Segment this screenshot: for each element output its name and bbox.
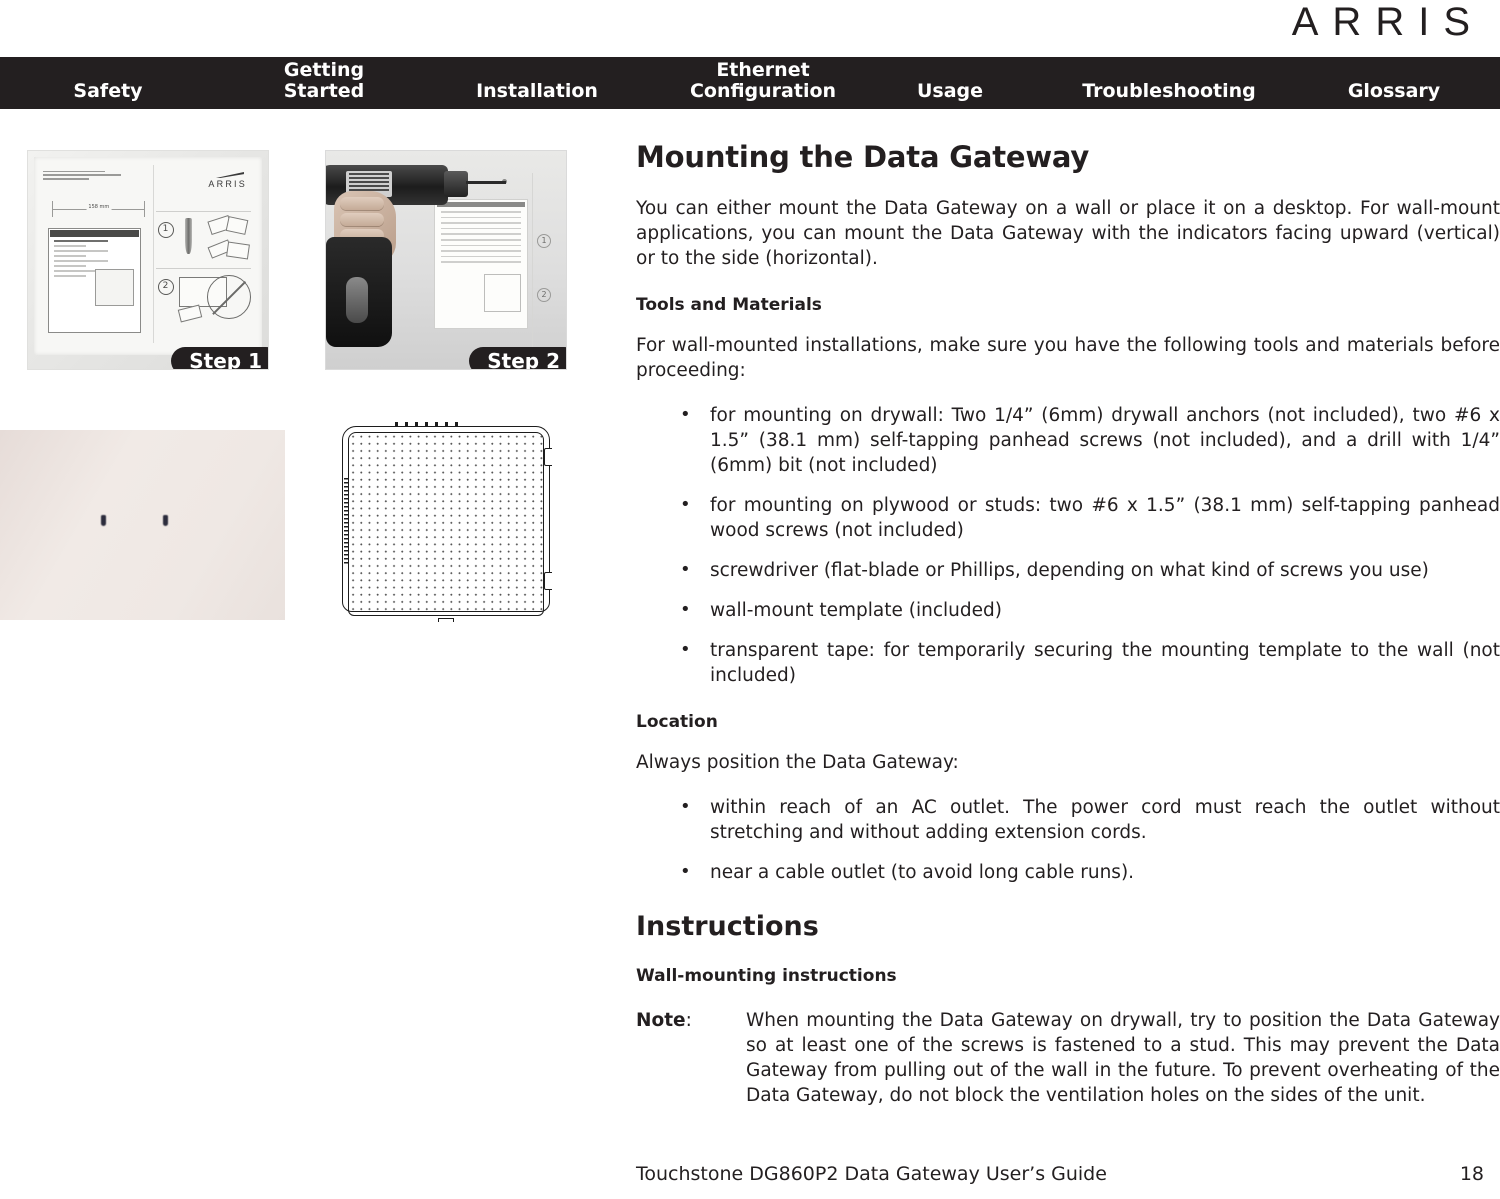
template-step-number-1: 1 <box>157 221 174 238</box>
template-step-column: 1 2 <box>532 173 565 353</box>
tools-bullet-list: for mounting on drywall: Two 1/4” (6mm) … <box>636 402 1500 688</box>
nav-item-ethernet-configuration[interactable]: Ethernet Configuration <box>690 60 836 102</box>
figure-badge-step-2: Step 2 <box>469 347 566 369</box>
footer-page-number: 18 <box>1459 1163 1484 1185</box>
list-item: for mounting on plywood or studs: two #6… <box>636 492 1500 543</box>
template-step-number-2: 2 <box>157 278 174 295</box>
tools-and-materials-heading: Tools and Materials <box>636 295 822 315</box>
gateway-led-indicators <box>395 422 480 427</box>
list-item: for mounting on drywall: Two 1/4” (6mm) … <box>636 402 1500 478</box>
template-on-wall <box>434 199 528 329</box>
template-dimension-marker: 158 mm <box>52 200 146 217</box>
figure-badge-step-1: Step 1 <box>171 347 268 369</box>
list-item: near a cable outlet (to avoid long cable… <box>636 859 1500 885</box>
gateway-mount-slot-top <box>544 448 552 466</box>
chapter-navigation-bar: Safety Getting Started Installation Ethe… <box>0 57 1500 109</box>
wall-screw-right <box>163 515 168 526</box>
drill-chuck <box>444 171 468 197</box>
nav-item-getting-started[interactable]: Getting Started <box>284 60 365 102</box>
intro-paragraph: You can either mount the Data Gateway on… <box>636 198 1500 269</box>
template-dialog-illustration <box>47 228 141 334</box>
gateway-foot <box>438 618 454 622</box>
list-item: within reach of an AC outlet. The power … <box>636 794 1500 845</box>
figure-column: 158 mm ARRIS 1 2 Step 1 1 2 Step 2 <box>0 140 610 650</box>
note-label: Note: <box>636 1008 746 1108</box>
nav-item-troubleshooting[interactable]: Troubleshooting <box>1082 81 1256 102</box>
nav-item-installation[interactable]: Installation <box>476 81 598 102</box>
nav-item-safety[interactable]: Safety <box>73 81 142 102</box>
footer-document-title: Touchstone DG860P2 Data Gateway User’s G… <box>636 1163 1107 1185</box>
page-title: Mounting the Data Gateway <box>636 140 1090 174</box>
list-item: screwdriver (flat-blade or Phillips, dep… <box>636 557 1500 583</box>
nav-item-glossary[interactable]: Glossary <box>1348 81 1440 102</box>
figure-step-1-photo: 158 mm ARRIS 1 2 Step 1 <box>27 150 269 370</box>
template-caption-lines <box>43 170 143 185</box>
location-bullet-list: within reach of an AC outlet. The power … <box>636 794 1500 885</box>
list-item: wall-mount template (included) <box>636 597 1500 623</box>
arris-logo: ARRIS <box>1292 2 1484 42</box>
figure-step-4-drawing: Step 4 <box>340 422 552 622</box>
list-item: transparent tape: for temporarily securi… <box>636 637 1500 688</box>
wall-screw-left <box>101 515 106 526</box>
mounting-template-sheet: 158 mm ARRIS 1 2 <box>34 157 262 355</box>
location-heading: Location <box>636 712 718 732</box>
template-arris-logo: ARRIS <box>208 179 247 190</box>
nav-item-usage[interactable]: Usage <box>917 81 983 102</box>
page-footer: Touchstone DG860P2 Data Gateway User’s G… <box>636 1163 1484 1185</box>
arris-logo-text: ARRIS <box>1291 0 1484 44</box>
prohibited-symbol-icon <box>206 275 251 320</box>
arris-swoosh-icon <box>215 172 244 179</box>
note-text: When mounting the Data Gateway on drywal… <box>746 1010 1500 1106</box>
location-intro-paragraph: Always position the Data Gateway: <box>636 752 959 773</box>
note-label-word: Note <box>636 1010 686 1031</box>
figure-step-3-photo: Step 3 <box>0 430 285 620</box>
main-content: Mounting the Data Gateway You can either… <box>636 140 1500 1108</box>
gateway-mount-slot-bottom <box>544 572 552 590</box>
drill-bit <box>466 181 506 184</box>
gateway-vent-panel <box>348 432 544 616</box>
instructions-heading: Instructions <box>636 911 819 942</box>
gateway-side-vents <box>344 478 348 566</box>
drill-grip-and-battery <box>326 237 392 347</box>
wall-mounting-instructions-heading: Wall-mounting instructions <box>636 966 897 986</box>
template-right-panel: ARRIS 1 2 <box>152 164 253 344</box>
note-block: Note: When mounting the Data Gateway on … <box>636 1008 1500 1108</box>
note-label-colon: : <box>685 1010 692 1031</box>
tools-intro-paragraph: For wall-mounted installations, make sur… <box>636 335 1500 381</box>
figure-step-2-photo: 1 2 Step 2 <box>325 150 567 370</box>
